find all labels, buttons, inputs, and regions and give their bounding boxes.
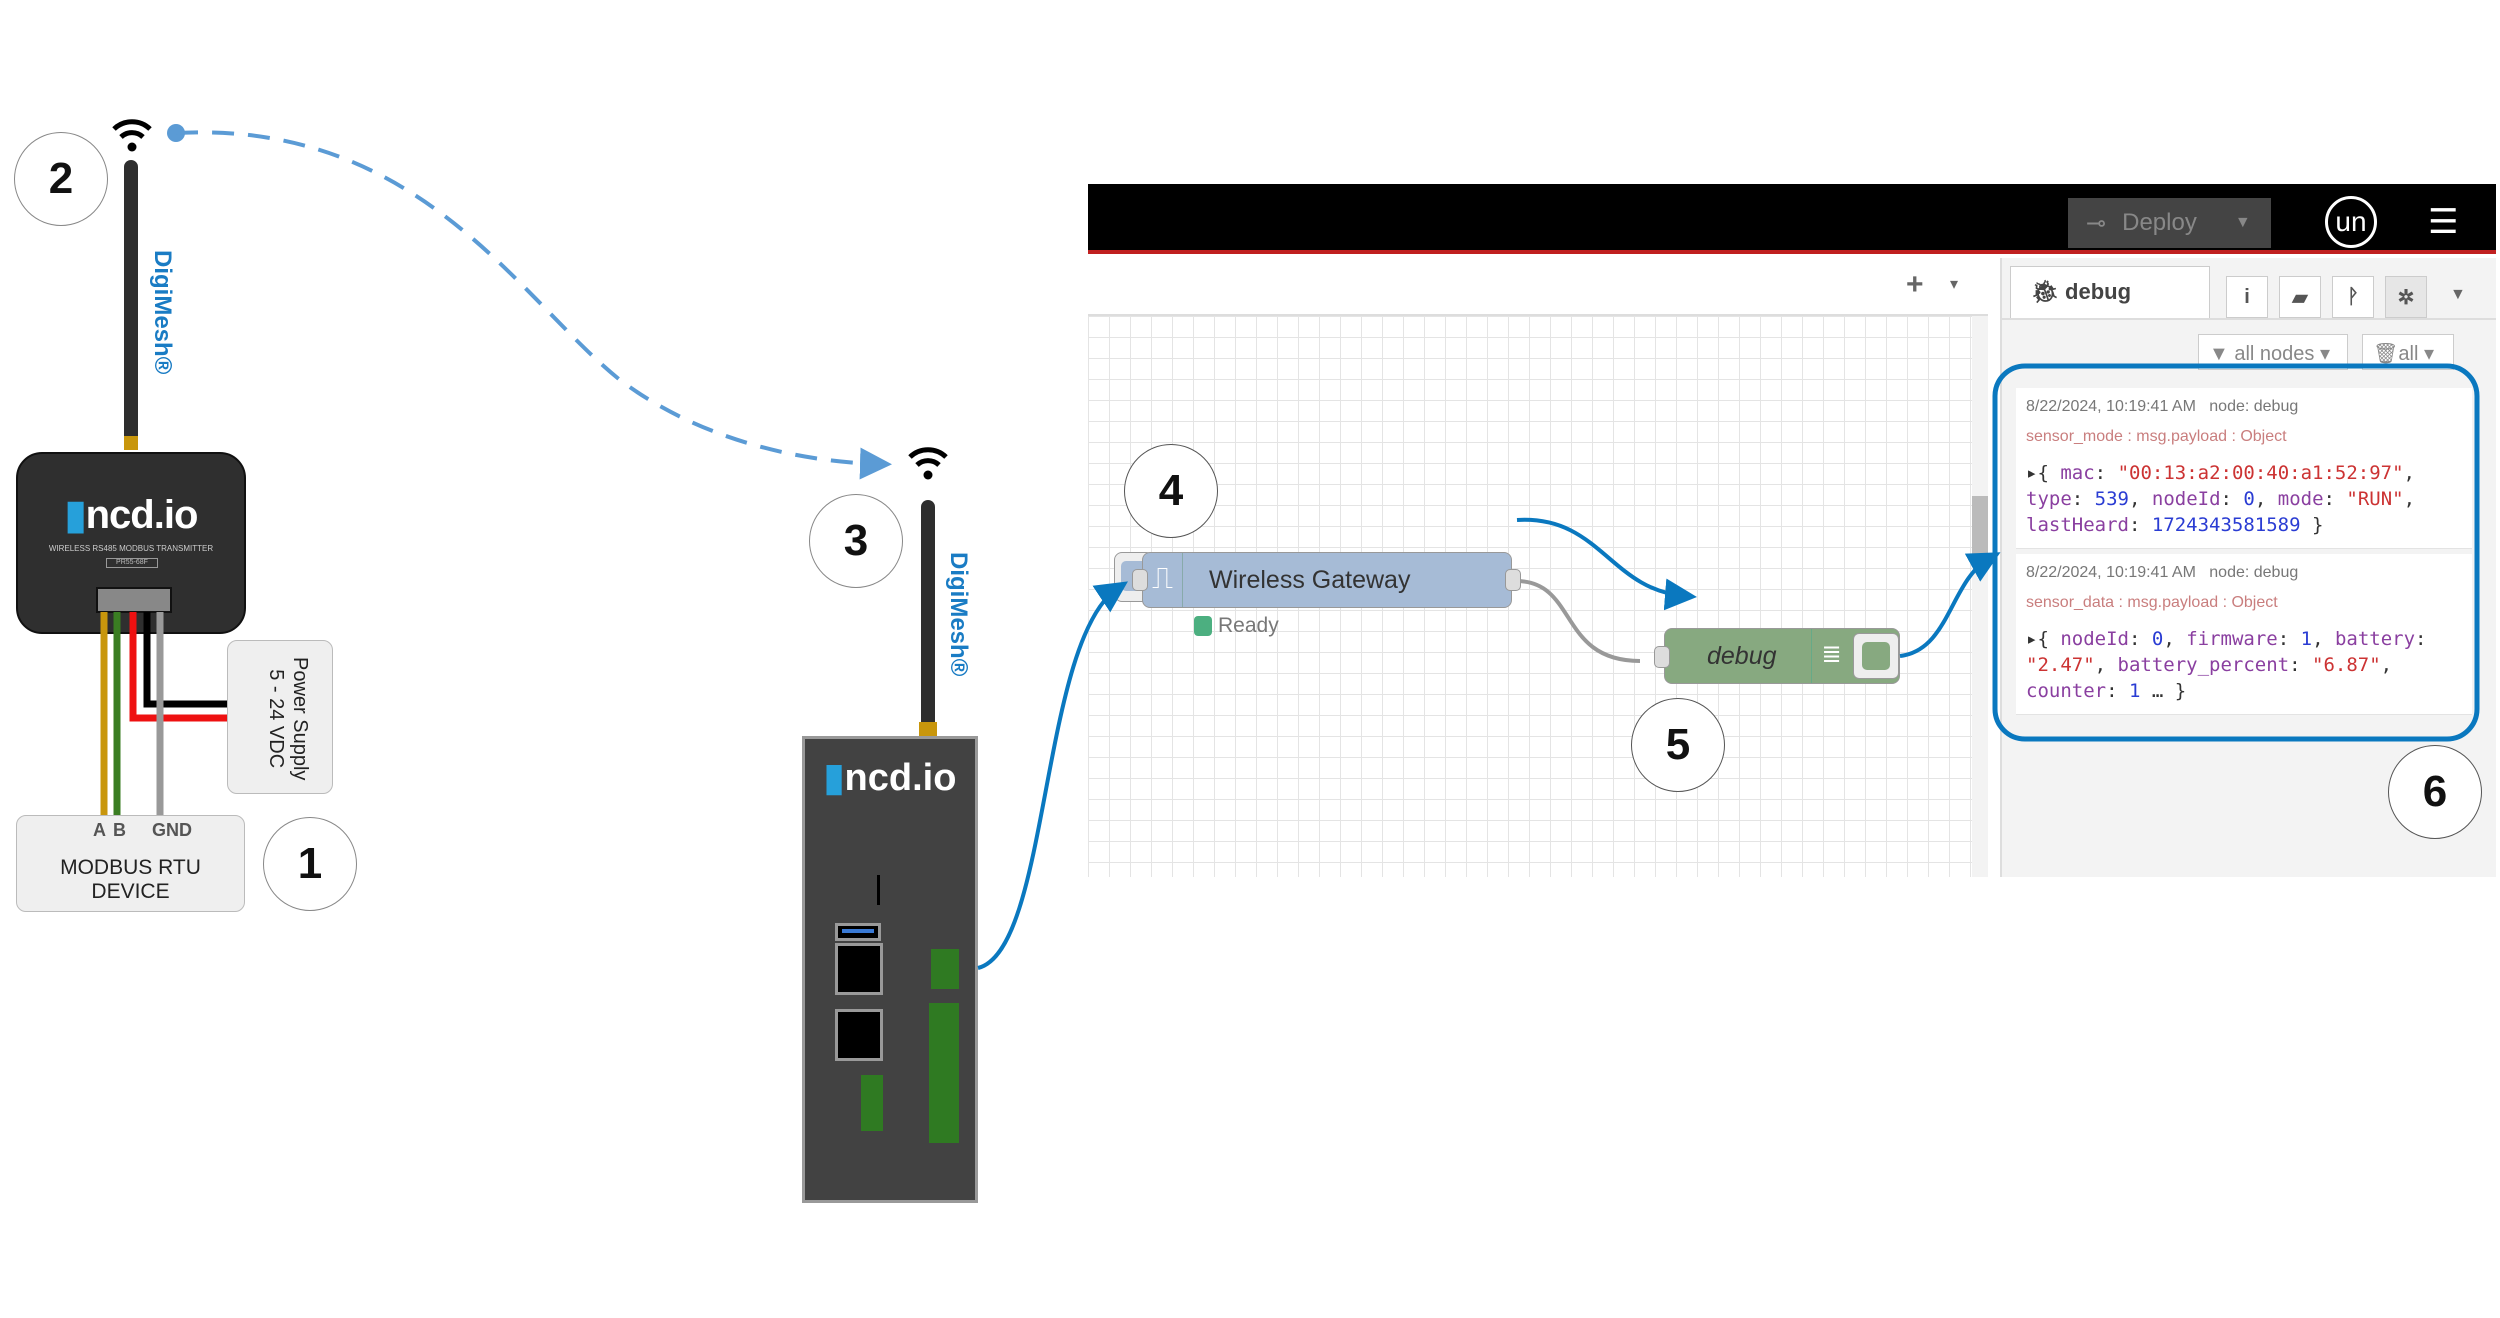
help-book-icon[interactable]: ▰ [2279,276,2321,318]
trash-icon: 🗑︎ [2373,343,2399,365]
gateway-antenna-connector [919,722,937,736]
usb-port [835,923,881,941]
pin-a: A [93,820,106,840]
gateway-node-label: Wireless Gateway [1209,566,1411,594]
deploy-icon: ⊸ [2086,209,2107,237]
gateway-brand-logo: ▮ncd.io [823,757,957,799]
header-bar: ⊸ Deploy ▼ un ☰ [1088,184,2496,254]
message-topic: sensor_data : msg.payload : Object [2026,594,2278,611]
led [877,875,880,905]
expand-icon[interactable]: ▸ [2026,462,2037,484]
debug-node-label: debug [1707,642,1777,670]
debug-tab-bug-icon[interactable]: ✲ [2385,276,2427,318]
debug-toggle-button[interactable] [1853,633,1899,679]
ethernet-port-1 [835,943,883,995]
deploy-button[interactable]: ⊸ Deploy ▼ [2068,198,2271,248]
power-supply-label: Power Supply [289,657,311,781]
bug-icon: 🐞︎ [2031,279,2066,304]
terminal-green [861,1075,883,1131]
deploy-dropdown-icon[interactable]: ▼ [2235,214,2251,232]
context-tab-icon[interactable]: ᚹ [2332,276,2374,318]
input-port[interactable] [1132,569,1148,591]
hamburger-menu-icon[interactable]: ☰ [2428,202,2458,242]
input-port[interactable] [1654,646,1670,668]
step-6-badge: 6 [2388,745,2482,839]
user-avatar[interactable]: un [2325,196,2377,248]
pin-gnd: GND [152,820,192,840]
flow-canvas[interactable]: 4 ⎍ Wireless Gateway Ready debug ≣ 5 [1088,316,1972,877]
flow-list-icon[interactable]: ▾ [1950,274,1958,294]
digimesh-label: DigiMesh® [945,552,972,677]
debug-message[interactable]: 8/22/2024, 10:19:41 AM node: debug senso… [2016,388,2472,549]
message-timestamp: 8/22/2024, 10:19:41 AM [2026,398,2196,415]
ethernet-port-2 [835,1009,883,1061]
add-flow-icon[interactable]: + [1906,268,1924,302]
gateway-node-icon: ⎍ [1143,553,1183,607]
node-red-window: ⊸ Deploy ▼ un ☰ + ▾ 4 ⎍ Wireless Gateway R… [1088,184,2496,877]
status-indicator [1194,616,1212,636]
gateway-node-status: Ready [1218,614,1279,637]
workspace-tabs: + ▾ [1088,258,1988,316]
debug-node[interactable]: debug ≣ [1664,628,1900,684]
info-tab-button[interactable]: i [2226,276,2268,318]
pin-b: B [113,820,126,840]
debug-message[interactable]: 8/22/2024, 10:19:41 AM node: debug senso… [2016,554,2472,715]
gateway-antenna [921,500,935,738]
message-topic: sensor_mode : msg.payload : Object [2026,428,2287,445]
tab-debug[interactable]: 🐞︎ debug [2010,266,2210,318]
wifi-icon [908,447,948,480]
modbus-label-1: MODBUS RTU [60,856,201,879]
clear-messages-button[interactable]: 🗑︎all ▾ [2362,334,2454,370]
message-payload[interactable]: ▸{ mac: "00:13:a2:00:40:a1:52:97", type:… [2026,460,2462,538]
wires [100,612,228,815]
filter-nodes-dropdown[interactable]: ▼ all nodes ▾ [2198,334,2348,370]
message-timestamp: 8/22/2024, 10:19:41 AM [2026,564,2196,581]
message-node: node: debug [2209,564,2299,581]
debug-list-icon: ≣ [1811,629,1851,683]
expand-icon[interactable]: ▸ [2026,628,2037,650]
sidebar-menu-chevron-icon[interactable]: ▼ [2450,286,2466,304]
gateway-device: ▮ncd.io [802,736,978,1203]
step-3-badge: 3 [809,494,903,588]
modbus-label-2: DEVICE [91,880,170,903]
power-supply-box: Power Supply 5 - 24 VDC [227,640,333,794]
rs485-terminal [931,949,959,989]
step-1-badge: 1 [263,817,357,911]
flow-wire [1515,579,1641,663]
io-terminal [929,1003,959,1143]
power-supply-voltage: 5 - 24 VDC [265,669,287,769]
message-node: node: debug [2209,398,2299,415]
message-payload[interactable]: ▸{ nodeId: 0, firmware: 1, battery: "2.4… [2026,626,2462,704]
wireless-gateway-node[interactable]: ⎍ Wireless Gateway [1142,552,1521,608]
output-port[interactable] [1505,569,1521,591]
step-5-badge: 5 [1631,698,1725,792]
modbus-device-box: A B GND MODBUS RTU DEVICE [16,815,245,912]
canvas-scrollbar[interactable] [1972,316,1988,877]
